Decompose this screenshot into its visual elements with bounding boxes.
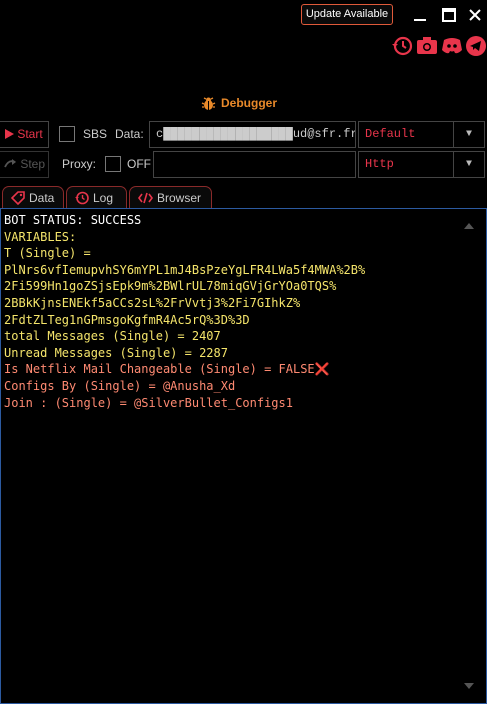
chevron-down-icon: ▼ xyxy=(453,152,484,177)
console-lines: BOT STATUS: SUCCESS VARIABLES: T (Single) … xyxy=(4,212,456,411)
console-line: VARIABLES: xyxy=(4,229,77,244)
console-line: Configs By (Single) = @Anusha_Xd xyxy=(4,378,236,393)
telegram-icon xyxy=(466,36,486,56)
console-line: total Messages (Single) = 2407 xyxy=(4,329,221,344)
tab-data[interactable]: Data xyxy=(2,186,64,208)
scroll-up-icon[interactable] xyxy=(464,223,474,229)
close-icon xyxy=(469,9,481,21)
tag-icon xyxy=(11,190,25,205)
scroll-down-icon[interactable] xyxy=(464,683,474,689)
update-available-button[interactable]: Update Available xyxy=(301,4,393,25)
start-label: Start xyxy=(17,127,43,141)
maximize-button[interactable] xyxy=(436,2,462,28)
play-icon xyxy=(5,129,14,139)
telegram-button[interactable] xyxy=(465,35,487,57)
history-button[interactable] xyxy=(391,35,413,57)
code-icon xyxy=(138,192,153,203)
step-button[interactable]: Step xyxy=(0,151,49,178)
tab-browser-label: Browser xyxy=(157,190,202,205)
close-button[interactable] xyxy=(462,2,487,28)
proxy-type-select[interactable]: Http ▼ xyxy=(358,151,485,178)
discord-button[interactable] xyxy=(441,35,463,57)
tab-browser[interactable]: Browser xyxy=(129,186,212,208)
wordlist-select-value: Default xyxy=(365,127,416,141)
console-line: 2Fi599Hn1goZSjsEpk9m%2BWlrUL78miqGVjGrYO… xyxy=(4,279,337,294)
data-input[interactable]: c██████████████████ud@sfr.fr:Finette xyxy=(149,121,356,148)
debugger-heading: Debugger xyxy=(201,95,277,111)
console-line: Unread Messages (Single) = 2287 xyxy=(4,345,228,360)
camera-icon xyxy=(417,37,437,54)
tab-log-label: Log xyxy=(93,190,114,205)
discord-icon xyxy=(442,38,462,54)
proxy-input[interactable] xyxy=(153,151,356,178)
tab-log[interactable]: Log xyxy=(66,186,127,208)
console-line: Is Netflix Mail Changeable (Single) = FA… xyxy=(4,362,330,377)
proxy-type-value: Http xyxy=(365,157,394,171)
data-label: Data: xyxy=(115,127,144,141)
console-line: Join : (Single) = @SilverBullet_Configs1 xyxy=(4,395,293,410)
proxy-state-label: OFF xyxy=(127,157,151,171)
console-line: T (Single) = xyxy=(4,246,91,261)
bug-icon xyxy=(201,96,216,110)
console-line: PlNrs6vfIemupvhSY6mYPL1mJ4BsPzeYgLFR4LWa… xyxy=(4,262,366,277)
history-icon xyxy=(392,36,413,56)
proxy-label: Proxy: xyxy=(62,157,97,171)
debugger-title: Debugger xyxy=(221,96,278,110)
step-icon xyxy=(4,159,16,168)
sbs-label: SBS xyxy=(83,127,108,141)
console-line: 2BBkKjnsENEkf5aCCs2sL%2FrVvtj3%2Fi7GIhkZ… xyxy=(4,295,301,310)
tab-data-label: Data xyxy=(29,190,55,205)
screenshot-button[interactable] xyxy=(416,35,438,57)
console-output[interactable]: BOT STATUS: SUCCESS VARIABLES: T (Single) … xyxy=(0,208,487,704)
minimize-icon xyxy=(414,19,426,21)
maximize-icon xyxy=(442,8,456,22)
sbs-checkbox[interactable] xyxy=(59,126,75,142)
console-line: 2FdtZLTeg1nGPmsgoKgfmR4Ac5rQ%3D%3D xyxy=(4,312,250,327)
log-icon xyxy=(75,191,89,204)
start-button[interactable]: Start xyxy=(0,121,49,148)
step-label: Step xyxy=(20,157,46,171)
chevron-down-icon: ▼ xyxy=(453,122,484,147)
proxy-checkbox[interactable] xyxy=(105,156,121,172)
wordlist-select[interactable]: Default ▼ xyxy=(358,121,485,148)
minimize-button[interactable] xyxy=(407,2,433,28)
console-line: BOT STATUS: SUCCESS xyxy=(4,213,142,227)
